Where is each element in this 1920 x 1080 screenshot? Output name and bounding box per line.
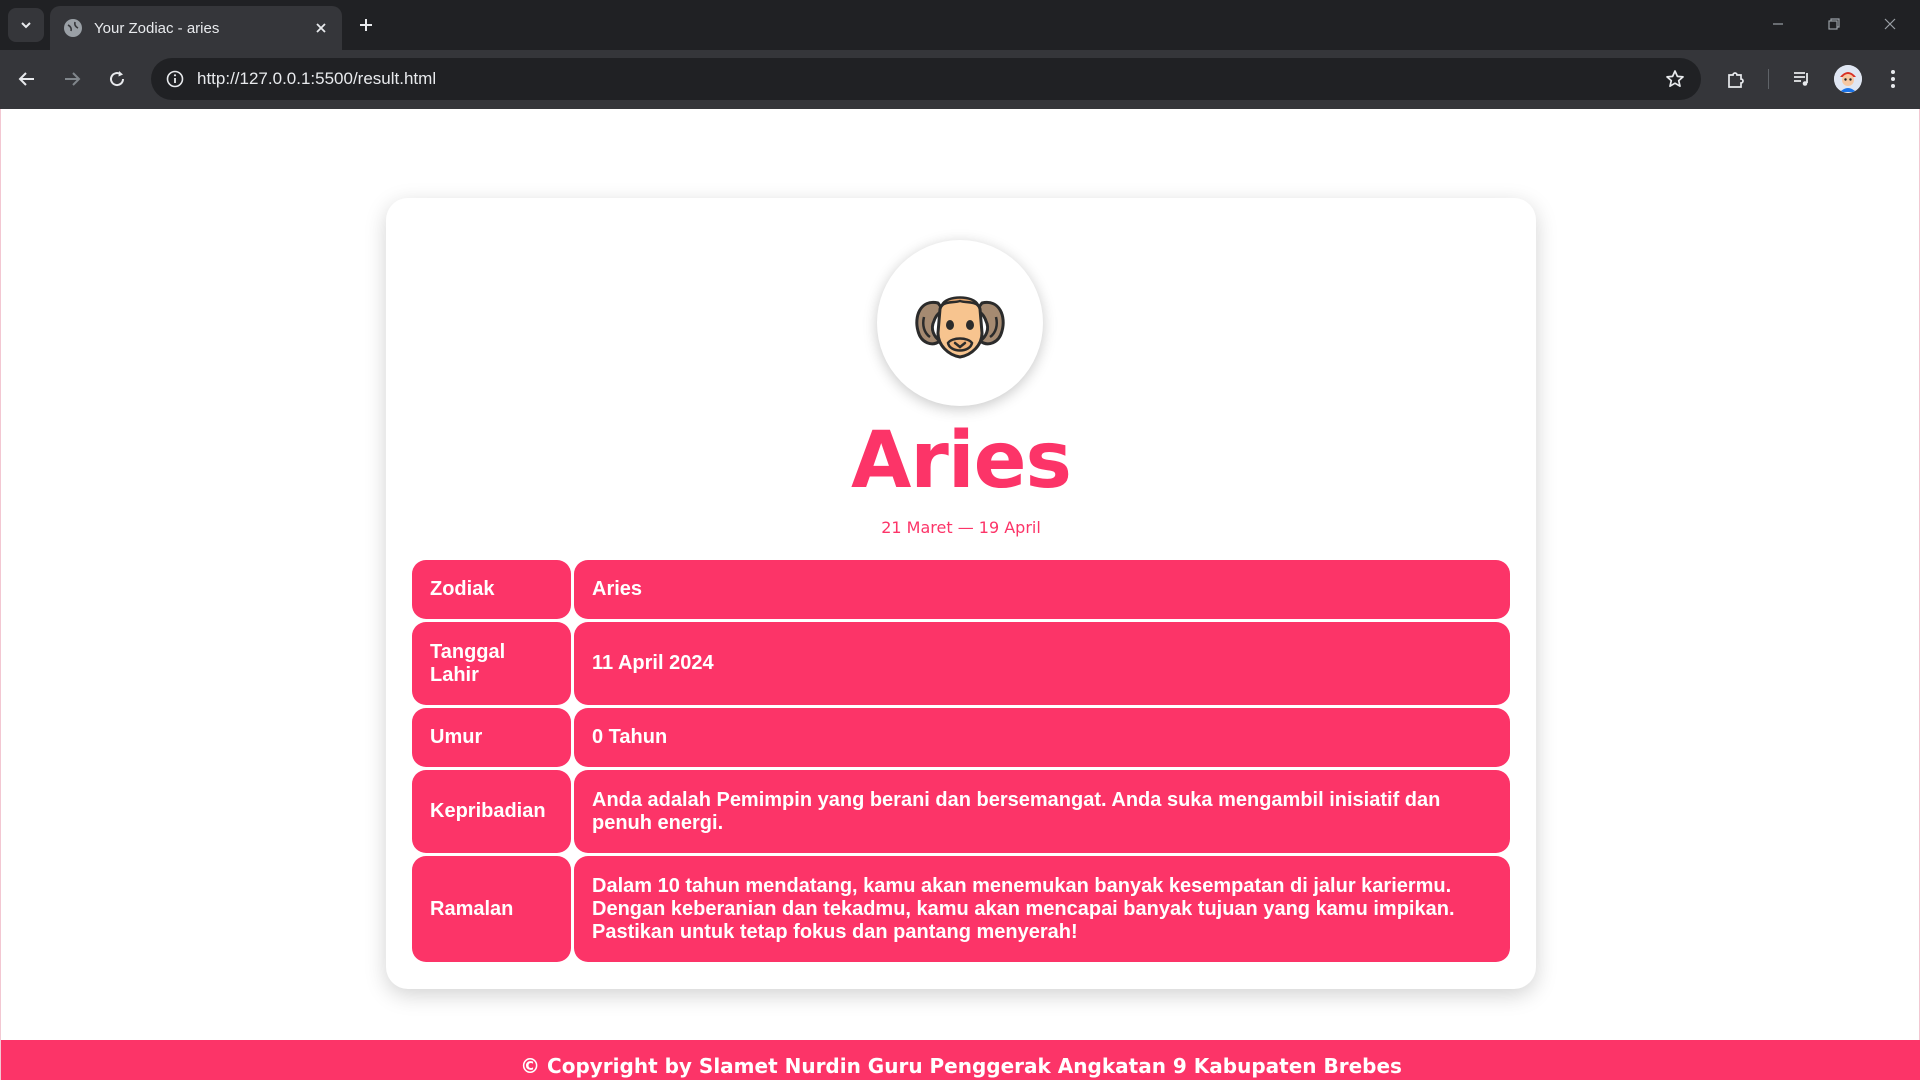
close-window-button[interactable] — [1870, 6, 1910, 42]
tab-title: Your Zodiac - aries — [94, 19, 220, 37]
page-viewport: Aries 21 Maret — 19 April Zodiak Aries T… — [0, 109, 1920, 1080]
plus-icon — [360, 19, 372, 31]
toolbar-divider — [1768, 69, 1769, 89]
page-footer: © Copyright by Slamet Nurdin Guru Pengge… — [1, 1040, 1920, 1080]
browser-tabstrip: Your Zodiac - aries — [0, 0, 1920, 50]
globe-icon — [64, 19, 82, 37]
restore-button[interactable] — [1814, 6, 1854, 42]
zodiac-title: Aries — [851, 416, 1072, 506]
reload-icon — [110, 71, 125, 87]
zodiac-date-range: 21 Maret — 19 April — [881, 518, 1041, 537]
tab-search-button[interactable] — [8, 8, 44, 42]
close-icon — [316, 23, 326, 33]
table-row: Zodiak Aries — [412, 560, 1510, 619]
row-label-tanggal-lahir: Tanggal Lahir — [412, 622, 571, 705]
back-button[interactable] — [10, 62, 44, 96]
address-bar[interactable]: http://127.0.0.1:5500/result.html — [151, 58, 1701, 100]
reload-button[interactable] — [100, 62, 134, 96]
table-row: Umur 0 Tahun — [412, 708, 1510, 767]
row-label-kepribadian: Kepribadian — [412, 770, 571, 853]
row-value-kepribadian: Anda adalah Pemimpin yang berani dan ber… — [574, 770, 1510, 853]
row-value-umur: 0 Tahun — [574, 708, 1510, 767]
row-label-ramalan: Ramalan — [412, 856, 571, 962]
row-label-umur: Umur — [412, 708, 571, 767]
playlist-icon — [1794, 72, 1808, 86]
table-row: Ramalan Dalam 10 tahun mendatang, kamu a… — [412, 856, 1510, 962]
address-url[interactable]: http://127.0.0.1:5500/result.html — [197, 69, 1655, 89]
minimize-icon — [1773, 23, 1783, 25]
zodiac-info-table: Zodiak Aries Tanggal Lahir 11 April 2024… — [412, 560, 1510, 965]
site-info-button[interactable] — [155, 58, 195, 100]
table-row: Kepribadian Anda adalah Pemimpin yang be… — [412, 770, 1510, 853]
close-icon — [1884, 18, 1896, 30]
more-vertical-icon — [1891, 70, 1895, 88]
zodiac-image-frame — [877, 240, 1043, 406]
row-value-tanggal-lahir: 11 April 2024 — [574, 622, 1510, 705]
minimize-button[interactable] — [1758, 6, 1798, 42]
zodiac-result-card: Aries 21 Maret — 19 April Zodiak Aries T… — [386, 198, 1536, 989]
table-row: Tanggal Lahir 11 April 2024 — [412, 622, 1510, 705]
row-value-zodiak: Aries — [574, 560, 1510, 619]
arrow-left-icon — [18, 72, 34, 86]
bookmark-button[interactable] — [1655, 58, 1695, 100]
extensions-button[interactable] — [1719, 62, 1753, 96]
star-icon — [1666, 70, 1684, 88]
arrow-right-icon — [65, 72, 81, 86]
profile-button[interactable] — [1831, 62, 1865, 96]
row-value-ramalan: Dalam 10 tahun mendatang, kamu akan mene… — [574, 856, 1510, 962]
row-label-zodiak: Zodiak — [412, 560, 571, 619]
browser-toolbar: http://127.0.0.1:5500/result.html — [0, 50, 1920, 109]
footer-copyright: © Copyright by Slamet Nurdin Guru Pengge… — [520, 1054, 1402, 1078]
puzzle-icon — [1728, 72, 1744, 88]
avatar — [1834, 65, 1862, 93]
media-control-button[interactable] — [1785, 62, 1819, 96]
tab-close-button[interactable] — [310, 17, 332, 39]
new-tab-button[interactable] — [352, 11, 380, 39]
ram-head-icon — [915, 296, 1005, 359]
browser-tab-active[interactable]: Your Zodiac - aries — [50, 6, 342, 50]
restore-icon — [1828, 18, 1840, 30]
browser-menu-button[interactable] — [1876, 62, 1910, 96]
chevron-down-icon — [21, 22, 31, 29]
forward-button[interactable] — [55, 62, 89, 96]
profile-avatar-icon — [1834, 65, 1862, 93]
info-icon — [166, 70, 184, 88]
